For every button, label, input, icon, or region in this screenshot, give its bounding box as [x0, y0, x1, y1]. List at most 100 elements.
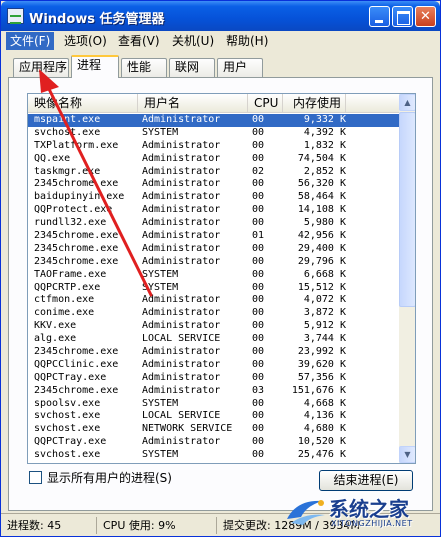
process-memory: 56,320 K: [297, 178, 346, 190]
process-cpu: 00: [252, 204, 265, 216]
process-user-name: Administrator: [142, 178, 221, 190]
table-row[interactable]: spoolsv.exe SYSTEM 00 4,668 K: [28, 398, 399, 411]
close-icon: ✕: [420, 9, 431, 24]
process-cpu: 00: [252, 371, 265, 383]
table-row[interactable]: 2345chrome.exe Administrator 00 56,320 K: [28, 178, 399, 191]
process-memory: 5,912 K: [303, 320, 346, 332]
process-memory: 4,668 K: [303, 397, 346, 409]
scroll-thumb[interactable]: [399, 112, 415, 307]
process-memory: 9,332 K: [303, 114, 346, 125]
process-memory: 5,980 K: [303, 217, 346, 229]
table-row[interactable]: QQPCTray.exe Administrator 00 10,520 K: [28, 436, 399, 449]
process-user-name: Administrator: [142, 255, 221, 267]
column-cpu[interactable]: CPU: [248, 94, 283, 113]
process-cpu: 00: [252, 358, 265, 370]
process-memory: 23,992 K: [297, 346, 346, 358]
minimize-button[interactable]: [369, 6, 390, 27]
scroll-down-button[interactable]: ▼: [399, 446, 415, 463]
process-cpu: 02: [252, 165, 265, 177]
process-user-name: Administrator: [142, 436, 221, 448]
vertical-scrollbar[interactable]: ▲ ▼: [399, 94, 415, 463]
tab-performance[interactable]: 性能: [121, 58, 167, 77]
menu-view[interactable]: 查看(V): [114, 32, 164, 50]
menu-file[interactable]: 文件(F): [6, 32, 55, 50]
process-memory: 10,520 K: [297, 436, 346, 448]
menu-bar: 文件(F) 选项(O) 查看(V) 关机(U) 帮助(H): [1, 31, 440, 51]
table-row[interactable]: 2345chrome.exe Administrator 03 151,676 K: [28, 385, 399, 398]
process-user-name: SYSTEM: [142, 397, 179, 409]
process-memory: 58,464 K: [297, 191, 346, 203]
process-user-name: Administrator: [142, 217, 221, 229]
table-row[interactable]: 2345chrome.exe Administrator 00 29,400 K: [28, 243, 399, 256]
process-user-name: LOCAL SERVICE: [142, 410, 221, 422]
table-row[interactable]: QQProtect.exe Administrator 00 14,108 K: [28, 204, 399, 217]
process-memory: 15,512 K: [297, 281, 346, 293]
table-row[interactable]: baidupinyin.exe Administrator 00 58,464 K: [28, 191, 399, 204]
show-all-users-checkbox[interactable]: [29, 471, 42, 484]
tab-networking[interactable]: 联网: [169, 58, 215, 77]
table-row[interactable]: svchost.exe LOCAL SERVICE 00 4,136 K: [28, 410, 399, 423]
menu-help[interactable]: 帮助(H): [222, 32, 272, 50]
process-list[interactable]: 映像名称 用户名 CPU 内存使用 mspaint.exe Administrat…: [27, 93, 416, 464]
process-cpu: 00: [252, 191, 265, 203]
table-row[interactable]: rundll32.exe Administrator 00 5,980 K: [28, 217, 399, 230]
process-cpu: 00: [252, 255, 265, 267]
process-memory: 3,872 K: [303, 307, 346, 319]
status-process-count: 进程数: 45: [4, 517, 97, 534]
process-memory: 1,832 K: [303, 139, 346, 151]
process-image-name: spoolsv.exe: [34, 397, 101, 409]
table-row[interactable]: svchost.exe NETWORK SERVICE 00 4,680 K: [28, 423, 399, 436]
table-row[interactable]: svchost.exe SYSTEM 00 25,476 K: [28, 449, 399, 462]
maximize-button[interactable]: [392, 6, 413, 27]
scroll-up-button[interactable]: ▲: [399, 94, 415, 111]
table-row[interactable]: TXPlatform.exe Administrator 00 1,832 K: [28, 140, 399, 153]
table-row[interactable]: QQPCRTP.exe SYSTEM 00 15,512 K: [28, 282, 399, 295]
process-user-name: Administrator: [142, 191, 221, 203]
table-row[interactable]: mspaint.exe Administrator 00 9,332 K: [28, 114, 399, 127]
table-row[interactable]: TAOFrame.exe SYSTEM 00 6,668 K: [28, 269, 399, 282]
process-image-name: mspaint.exe: [34, 114, 101, 125]
table-row[interactable]: QQPCClinic.exe Administrator 00 39,620 K: [28, 359, 399, 372]
process-image-name: TAOFrame.exe: [34, 268, 107, 280]
table-row[interactable]: alg.exe LOCAL SERVICE 00 3,744 K: [28, 333, 399, 346]
process-image-name: QQPCTray.exe: [34, 371, 107, 383]
end-process-button[interactable]: 结束进程(E): [319, 470, 413, 491]
table-row[interactable]: 2345chrome.exe Administrator 00 29,796 K: [28, 256, 399, 269]
process-image-name: svchost.exe: [34, 423, 101, 435]
close-button[interactable]: ✕: [415, 6, 436, 27]
table-row[interactable]: 2345chrome.exe Administrator 00 23,992 K: [28, 346, 399, 359]
process-image-name: QQPCClinic.exe: [34, 358, 119, 370]
table-row[interactable]: conime.exe Administrator 00 3,872 K: [28, 307, 399, 320]
process-image-name: QQProtect.exe: [34, 204, 113, 216]
menu-options[interactable]: 选项(O): [60, 32, 111, 50]
table-row[interactable]: taskmgr.exe Administrator 02 2,852 K: [28, 166, 399, 179]
title-bar[interactable]: Windows 任务管理器 ✕: [1, 1, 440, 31]
process-user-name: Administrator: [142, 152, 221, 164]
process-user-name: Administrator: [142, 320, 221, 332]
process-memory: 29,796 K: [297, 255, 346, 267]
process-image-name: QQ.exe: [34, 152, 71, 164]
watermark-url: XITONGZHIJIA.NET: [331, 519, 413, 528]
menu-shutdown[interactable]: 关机(U): [168, 32, 218, 50]
process-user-name: Administrator: [142, 242, 221, 254]
process-cpu: 00: [252, 436, 265, 448]
table-row[interactable]: QQ.exe Administrator 00 74,504 K: [28, 153, 399, 166]
process-user-name: Administrator: [142, 165, 221, 177]
tab-applications[interactable]: 应用程序: [13, 58, 69, 77]
process-cpu: 00: [252, 333, 265, 345]
table-row[interactable]: KKV.exe Administrator 00 5,912 K: [28, 320, 399, 333]
column-memory[interactable]: 内存使用: [283, 94, 346, 113]
table-row[interactable]: svchost.exe SYSTEM 00 4,392 K: [28, 127, 399, 140]
process-memory: 4,136 K: [303, 410, 346, 422]
process-image-name: TXPlatform.exe: [34, 139, 119, 151]
table-row[interactable]: 2345chrome.exe Administrator 01 42,956 K: [28, 230, 399, 243]
watermark-text: 系统之家: [329, 497, 409, 521]
process-user-name: Administrator: [142, 204, 221, 216]
table-row[interactable]: ctfmon.exe Administrator 00 4,072 K: [28, 294, 399, 307]
tab-processes[interactable]: 进程: [71, 55, 119, 78]
column-image-name[interactable]: 映像名称: [28, 94, 138, 113]
tab-users[interactable]: 用户: [217, 58, 263, 77]
column-user-name[interactable]: 用户名: [138, 94, 248, 113]
process-cpu: 00: [252, 114, 265, 125]
table-row[interactable]: QQPCTray.exe Administrator 00 57,356 K: [28, 372, 399, 385]
